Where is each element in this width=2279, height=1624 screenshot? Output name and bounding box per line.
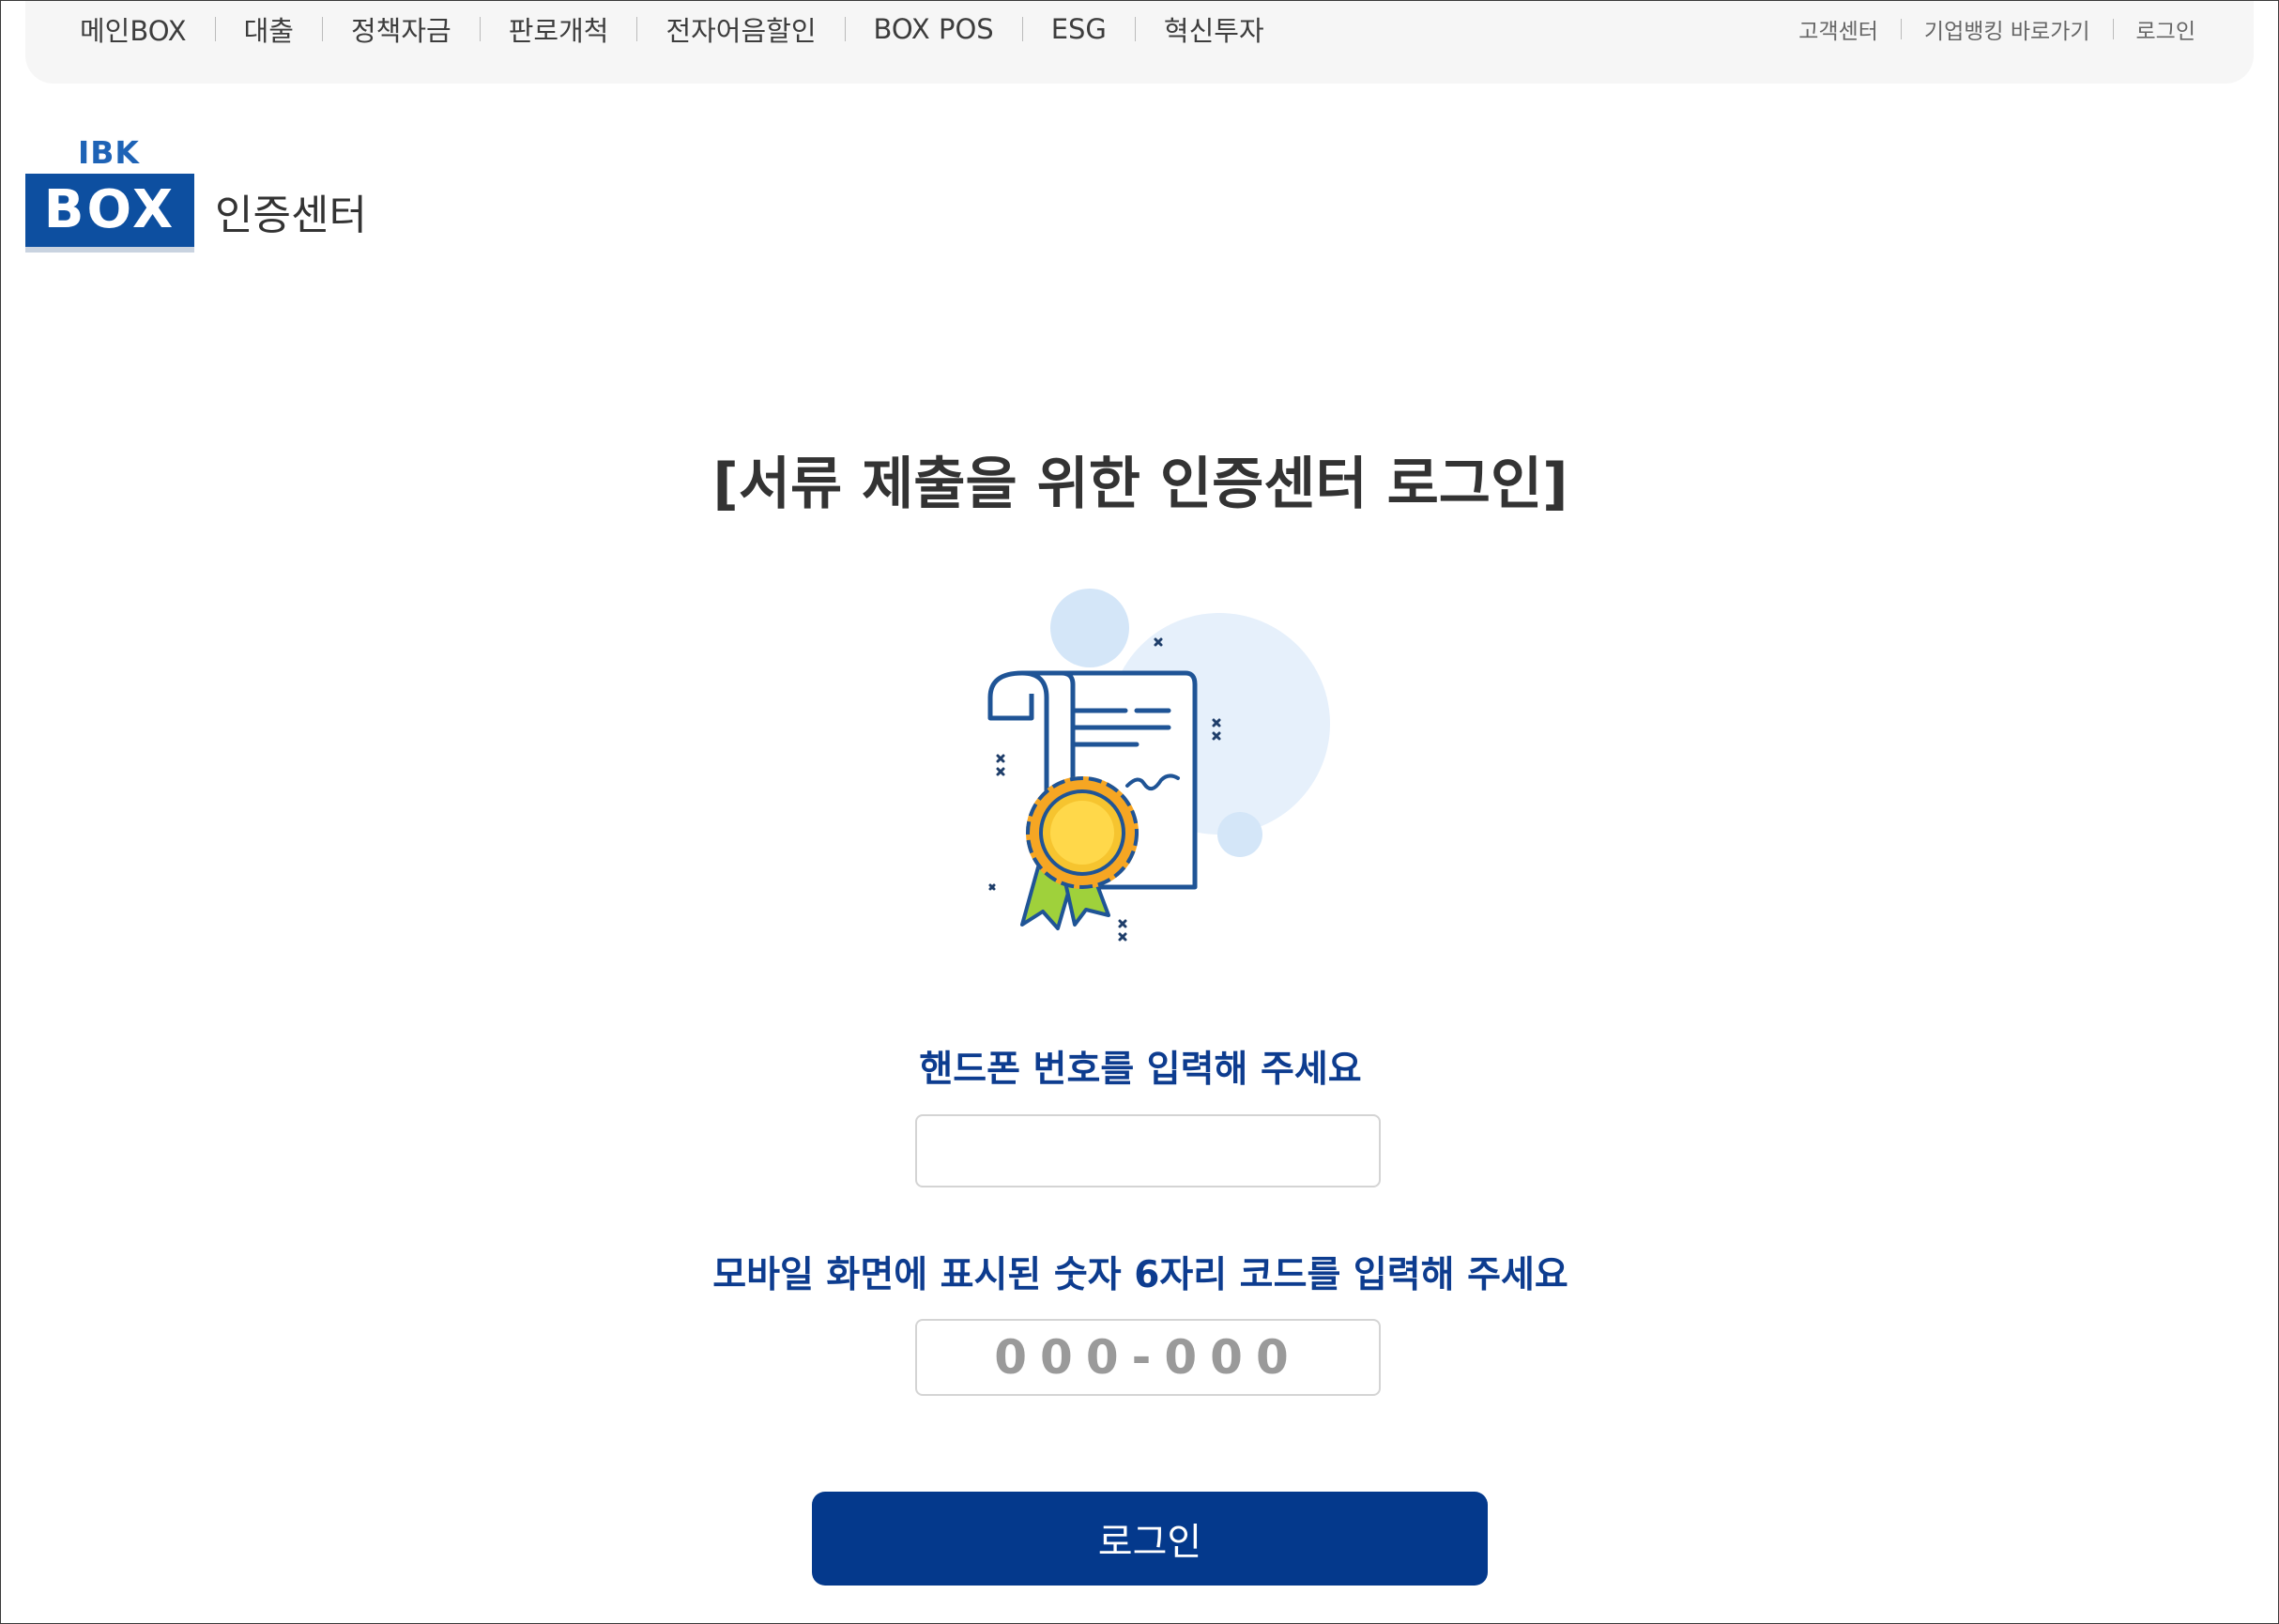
certificate-icon	[977, 581, 1334, 957]
util-divider	[2112, 19, 2114, 39]
nav-divider	[1021, 17, 1023, 41]
logo-box-text: BOX	[43, 179, 176, 240]
nav-divider	[1134, 17, 1136, 41]
logo-ibk-text: IBK	[78, 134, 141, 171]
logo-title: 인증센터	[215, 192, 367, 239]
nav-item-policy-fund[interactable]: 정책자금	[351, 9, 451, 49]
phone-number-label: 핸드폰 번호를 입력해 주세요	[919, 1049, 1362, 1091]
nav-item-e-bill-discount[interactable]: 전자어음할인	[665, 9, 816, 49]
login-button[interactable]: 로그인	[812, 1492, 1488, 1586]
util-divider	[1900, 19, 1902, 39]
corporate-banking-link[interactable]: 기업뱅킹 바로가기	[1924, 13, 2090, 45]
nav-item-innovation-investment[interactable]: 혁신투자	[1164, 9, 1264, 49]
nav-divider	[214, 17, 216, 41]
nav-item-main-box[interactable]: 메인BOX	[80, 9, 187, 49]
page: 메인BOX 대출 정책자금 판로개척 전자어음할인 BOX POS ESG 혁신…	[0, 0, 2279, 1624]
nav-item-loan[interactable]: 대출	[244, 9, 294, 49]
customer-center-link[interactable]: 고객센터	[1798, 13, 1878, 45]
verification-code-label: 모바일 화면에 표시된 숫자 6자리 코드를 입력해 주세요	[712, 1254, 1568, 1296]
main-menu: 메인BOX 대출 정책자금 판로개척 전자어음할인 BOX POS ESG 혁신…	[80, 1, 1264, 57]
nav-item-esg[interactable]: ESG	[1051, 13, 1107, 45]
site-logo[interactable]: IBK BOX 인증센터	[25, 134, 382, 256]
nav-divider	[479, 17, 481, 41]
utility-links: 고객센터 기업뱅킹 바로가기 로그인	[1798, 1, 2195, 57]
phone-number-input[interactable]	[915, 1114, 1381, 1187]
nav-item-box-pos[interactable]: BOX POS	[874, 13, 994, 45]
ibk-box-logo-mark: IBK BOX	[25, 134, 196, 256]
logo-box-badge: BOX	[25, 174, 194, 247]
page-title: [서류 제출을 위한 인증센터 로그인]	[712, 452, 1568, 517]
nav-item-market-development[interactable]: 판로개척	[509, 9, 609, 49]
top-navigation-bar: 메인BOX 대출 정책자금 판로개척 전자어음할인 BOX POS ESG 혁신…	[25, 1, 2254, 84]
nav-divider	[844, 17, 846, 41]
verification-code-input[interactable]	[915, 1319, 1381, 1396]
header-login-link[interactable]: 로그인	[2136, 13, 2195, 45]
nav-divider	[321, 17, 323, 41]
nav-divider	[636, 17, 638, 41]
